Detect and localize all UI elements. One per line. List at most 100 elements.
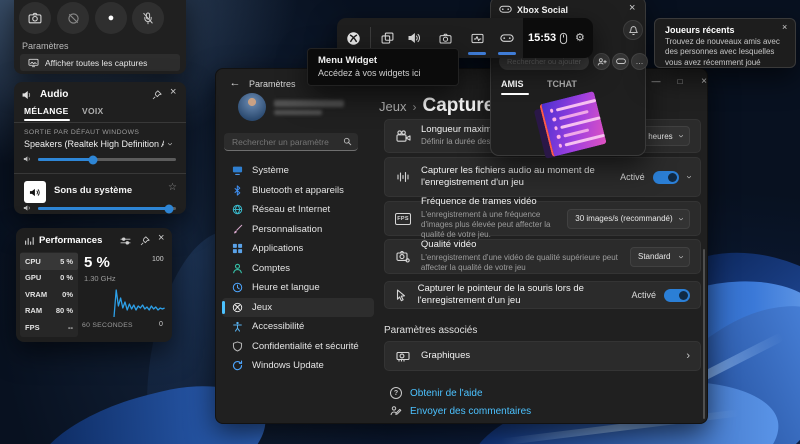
minimize-button[interactable]: —	[644, 73, 668, 89]
system-volume-slider[interactable]	[38, 204, 176, 213]
video-quality-dropdown[interactable]: Standard ›	[630, 246, 690, 267]
sidebar-item-jeux[interactable]: Jeux	[222, 297, 374, 317]
chart-icon	[24, 236, 34, 246]
default-output-label: SORTIE PAR DÉFAUT WINDOWS	[24, 129, 140, 136]
sidebar-item-label: Jeux	[252, 301, 273, 313]
setting-row-capture-audio[interactable]: Capturer les fichiers audio au moment de…	[384, 157, 701, 197]
xbox-home-button[interactable]	[341, 26, 365, 50]
more-options-button[interactable]: …	[631, 53, 648, 70]
graph-axis-label: 60 SECONDES	[82, 322, 133, 329]
widget-menu-button[interactable]	[375, 26, 399, 50]
tab-tchat[interactable]: TCHAT	[547, 79, 577, 89]
setting-row-video-quality[interactable]: Qualité vidéo L'enregistrement d'une vid…	[384, 239, 701, 274]
breadcrumb-parent[interactable]: Jeux	[379, 99, 406, 114]
social-panel-title: Xbox Social	[517, 5, 569, 15]
close-icon[interactable]: ×	[782, 23, 787, 32]
mic-muted-button[interactable]	[132, 2, 164, 34]
main-volume-slider[interactable]	[38, 155, 176, 164]
show-all-captures-button[interactable]: Afficher toutes les captures	[20, 54, 180, 71]
recent-players-toast[interactable]: Joueurs récents × Trouvez de nouveaux am…	[654, 18, 796, 68]
sidebar-item-windows-update[interactable]: Windows Update	[222, 356, 374, 376]
mouse-passthrough-button[interactable]	[559, 32, 568, 45]
maximize-button[interactable]: □	[668, 73, 692, 89]
avatar[interactable]	[238, 93, 266, 121]
illustration-line	[563, 127, 590, 138]
capture-audio-toggle[interactable]	[652, 170, 679, 184]
performance-sparkline	[113, 289, 165, 318]
sidebar-item-label: Système	[252, 165, 289, 177]
pin-icon[interactable]	[152, 90, 162, 100]
update-icon	[232, 360, 243, 371]
output-device-select[interactable]: Speakers (Realtek High Definition Audio(…	[24, 139, 178, 149]
performance-widget-button[interactable]	[465, 26, 489, 50]
frame-rate-dropdown[interactable]: 30 images/s (recommandé) ›	[567, 208, 690, 229]
capture-cursor-toggle[interactable]	[664, 288, 690, 302]
add-friend-button[interactable]	[593, 53, 610, 70]
stat-row-cpu[interactable]: CPU 5 %	[20, 253, 78, 270]
audio-widget-button[interactable]	[402, 26, 426, 50]
toggle-state-label: Activé	[631, 290, 656, 300]
expander-chevron-icon[interactable]: ›	[683, 175, 694, 178]
gamebar-settings-button[interactable]: ⚙	[575, 31, 585, 44]
get-help-link[interactable]: ? Obtenir de l'aide	[390, 387, 483, 399]
stat-row-fps[interactable]: FPS --	[20, 319, 78, 336]
notifications-button[interactable]	[623, 20, 643, 40]
help-icon: ?	[390, 387, 402, 399]
sidebar-item-heure-langue[interactable]: Heure et langue	[222, 278, 374, 298]
apps-grid-icon	[232, 243, 243, 254]
sidebar-item-comptes[interactable]: Comptes	[222, 259, 374, 279]
social-widget-button[interactable]	[495, 26, 519, 50]
accessibility-icon	[232, 321, 243, 332]
close-icon[interactable]: ×	[158, 233, 164, 244]
tab-amis[interactable]: AMIS	[501, 79, 524, 89]
close-icon[interactable]: ×	[170, 87, 176, 98]
setting-title: Capturer le pointeur de la souris lors d…	[417, 282, 584, 306]
filter-sliders-icon[interactable]	[120, 236, 131, 246]
sidebar-item-bluetooth[interactable]: Bluetooth et appareils	[222, 181, 374, 201]
search-icon	[343, 137, 352, 146]
system-volume-thumb[interactable]	[164, 204, 174, 213]
start-recording-button[interactable]: ●	[95, 2, 127, 34]
help-glyph: ?	[393, 389, 399, 397]
favorite-star-icon[interactable]: ☆	[168, 182, 177, 193]
sidebar-item-personnalisation[interactable]: Personnalisation	[222, 220, 374, 240]
stat-label: FPS	[25, 322, 40, 332]
sidebar-item-confidentialite[interactable]: Confidentialité et sécurité	[222, 337, 374, 357]
related-row-graphics[interactable]: Graphiques ›	[384, 341, 701, 371]
sidebar-item-accessibilite[interactable]: Accessibilité	[222, 317, 374, 337]
sidebar-item-applications[interactable]: Applications	[222, 239, 374, 259]
tabs-divider	[14, 122, 186, 123]
cpu-frequency: 1.30 GHz	[84, 274, 116, 283]
tab-melange[interactable]: MÉLANGE	[24, 106, 69, 116]
breadcrumb-separator-icon: ›	[412, 100, 417, 114]
stat-row-vram[interactable]: VRAM 0%	[20, 286, 78, 303]
setting-row-capture-cursor[interactable]: Capturer le pointeur de la souris lors d…	[384, 281, 701, 309]
record-last-30s-button-disabled[interactable]	[57, 2, 89, 34]
close-icon[interactable]: ×	[629, 3, 635, 14]
close-button[interactable]: ×	[692, 73, 716, 89]
tab-voix[interactable]: VOIX	[82, 106, 104, 116]
settings-search-input[interactable]	[232, 136, 343, 147]
toggle-state-label: Activé	[620, 172, 645, 182]
person-add-icon	[597, 57, 607, 67]
scrollbar[interactable]	[703, 249, 705, 419]
sidebar-item-reseau[interactable]: Réseau et Internet	[222, 200, 374, 220]
stat-row-ram[interactable]: RAM 80 %	[20, 303, 78, 320]
lfg-button[interactable]	[612, 53, 629, 70]
widget-menu-tooltip: Menu Widget Accédez à vos widgets ici	[307, 48, 459, 86]
main-volume-thumb[interactable]	[88, 155, 98, 164]
screenshot-button[interactable]	[19, 2, 51, 34]
settings-search[interactable]	[224, 133, 358, 151]
friend-search-input[interactable]	[507, 57, 581, 66]
window-caption: Paramètres	[249, 79, 296, 89]
minimize-icon: —	[651, 76, 661, 86]
system-sounds-app-icon	[24, 181, 46, 203]
capture-widget-button[interactable]	[433, 26, 457, 50]
send-feedback-link[interactable]: Envoyer des commentaires	[390, 405, 531, 417]
stat-row-gpu[interactable]: GPU 0 %	[20, 270, 78, 287]
sidebar-item-systeme[interactable]: Système	[222, 161, 374, 181]
back-button[interactable]: ←	[226, 75, 244, 91]
performance-widget-active-indicator	[468, 52, 486, 55]
pin-icon[interactable]	[140, 236, 150, 246]
setting-row-frame-rate[interactable]: FPS Fréquence de trames vidéo L'enregist…	[384, 196, 701, 239]
